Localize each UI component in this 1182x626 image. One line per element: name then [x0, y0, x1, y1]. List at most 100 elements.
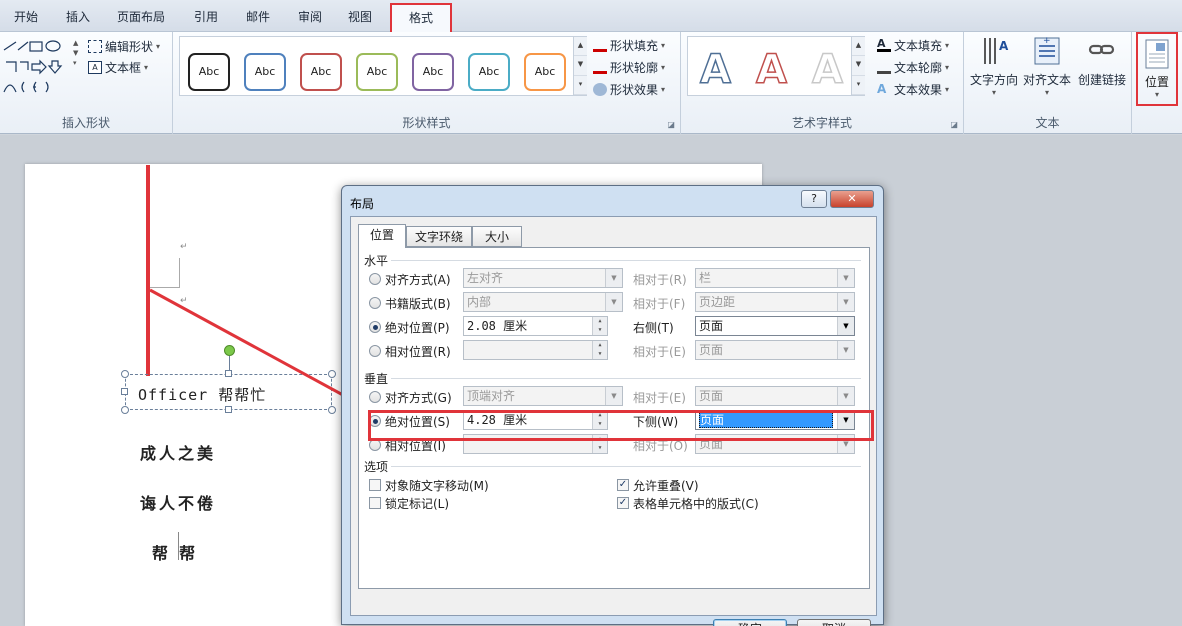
- align-text-icon: +: [1034, 36, 1060, 65]
- wordart-sample[interactable]: A: [699, 46, 731, 94]
- shape-style-sample[interactable]: Abc: [524, 53, 566, 91]
- shape-outline-button[interactable]: 形状轮廓 ▾: [593, 59, 665, 76]
- document-line-3: 诲人不倦: [140, 494, 217, 513]
- radio-h-alignment[interactable]: [369, 273, 381, 285]
- shape-style-sample[interactable]: Abc: [356, 53, 398, 91]
- group-text: A 文字方向 ▾ + 对齐文本 ▾ 创建链接 文本: [964, 32, 1132, 134]
- shape-style-sample[interactable]: Abc: [412, 53, 454, 91]
- label-h-relative: 相对位置(R): [385, 345, 451, 359]
- svg-text:A: A: [999, 39, 1009, 53]
- text-outline-icon: [877, 61, 891, 74]
- label-v-alignment: 对齐方式(G): [385, 391, 452, 405]
- gallery-scrollbar[interactable]: ▲ ▼ ▾: [573, 37, 587, 95]
- tab-size[interactable]: 大小: [472, 226, 522, 247]
- select-h-alignment-rel: 栏 ▼: [695, 268, 855, 288]
- section-horizontal: 水平: [364, 254, 389, 268]
- text-effects-icon: A: [877, 82, 887, 96]
- shapes-gallery-icon[interactable]: [2, 38, 80, 98]
- select-v-alignment-rel: 页面 ▼: [695, 386, 855, 406]
- tab-view[interactable]: 视图: [338, 6, 382, 28]
- select-h-absolute-rel[interactable]: 页面 ▼: [695, 316, 855, 336]
- paint-bucket-icon: [593, 39, 607, 52]
- help-button[interactable]: ?: [801, 190, 827, 208]
- group-label-insert-shapes: 插入形状: [61, 116, 110, 130]
- group-insert-shapes: ▲ ▼ ▾ 编辑形状 ▾ A 文本框 ▾ 插入形状: [0, 32, 173, 134]
- checkbox-move-with-text[interactable]: [369, 479, 381, 491]
- shape-fill-button[interactable]: 形状填充 ▾: [593, 37, 665, 54]
- radio-h-absolute[interactable]: [369, 321, 381, 333]
- radio-v-alignment[interactable]: [369, 391, 381, 403]
- tab-page-layout[interactable]: 页面布局: [108, 6, 174, 28]
- wordart-sample[interactable]: A: [755, 46, 787, 94]
- text-box-icon: A: [88, 61, 102, 74]
- resize-handle[interactable]: [121, 370, 129, 378]
- select-h-alignment: 左对齐 ▼: [463, 268, 623, 288]
- tab-home[interactable]: 开始: [4, 6, 48, 28]
- checkbox-lock-anchor[interactable]: [369, 497, 381, 509]
- tab-position[interactable]: 位置: [358, 224, 406, 248]
- spinner-arrows-icon[interactable]: ▲ ▼: [592, 317, 607, 335]
- chevron-down-icon: ▾: [1044, 88, 1049, 97]
- chevron-down-icon: ▼: [605, 387, 622, 405]
- group-label-wordart-styles: 艺术字样式: [791, 116, 852, 130]
- chevron-down-icon: ▾: [945, 41, 950, 50]
- text-effects-button[interactable]: A 文本效果 ▾: [877, 81, 949, 98]
- text-outline-button[interactable]: 文本轮廓 ▾: [877, 59, 949, 76]
- ok-button[interactable]: 确定: [713, 619, 787, 626]
- text-fill-button[interactable]: A 文本填充 ▾: [877, 37, 949, 54]
- tab-text-wrapping[interactable]: 文字环绕: [406, 226, 472, 247]
- chevron-down-icon: ▾: [156, 42, 161, 51]
- position-button[interactable]: 位置 ▾: [1136, 32, 1178, 106]
- section-options: 选项: [364, 460, 389, 474]
- document-line-2: 成人之美: [140, 444, 217, 463]
- shapes-scroll-icon[interactable]: ▲ ▼ ▾: [73, 38, 78, 68]
- gallery-scrollbar[interactable]: ▲ ▼ ▾: [851, 37, 865, 95]
- shape-style-gallery[interactable]: Abc Abc Abc Abc Abc Abc Abc ▲ ▼ ▾: [179, 36, 587, 96]
- tab-references[interactable]: 引用: [184, 6, 228, 28]
- create-link-button[interactable]: 创建链接: [1074, 34, 1130, 88]
- input-h-absolute[interactable]: 2.08 厘米 ▲ ▼: [463, 316, 608, 336]
- resize-handle[interactable]: [121, 406, 129, 414]
- tab-format[interactable]: 格式: [390, 3, 452, 32]
- svg-text:+: +: [1043, 36, 1051, 46]
- shape-style-sample[interactable]: Abc: [244, 53, 286, 91]
- radio-book-layout[interactable]: [369, 297, 381, 309]
- close-button[interactable]: ✕: [830, 190, 874, 208]
- divider: [391, 378, 861, 379]
- edit-shape-button[interactable]: 编辑形状 ▾: [88, 38, 160, 55]
- align-text-button[interactable]: + 对齐文本 ▾: [1020, 34, 1074, 97]
- resize-handle[interactable]: [121, 388, 128, 395]
- text-direction-icon: A: [984, 38, 1009, 64]
- checkbox-allow-overlap[interactable]: ✓: [617, 479, 629, 491]
- wordart-gallery[interactable]: A A A ▲ ▼ ▾: [687, 36, 865, 96]
- wordart-sample[interactable]: A: [811, 46, 843, 94]
- shape-style-sample[interactable]: Abc: [188, 53, 230, 91]
- chevron-down-icon: ▾: [1154, 90, 1159, 99]
- tab-insert[interactable]: 插入: [56, 6, 100, 28]
- select-h-relative-rel: 页面 ▼: [695, 340, 855, 360]
- label-h-absolute: 绝对位置(P): [385, 321, 450, 335]
- text-direction-button[interactable]: A 文字方向 ▾: [968, 34, 1020, 97]
- edit-shape-icon: [88, 40, 102, 53]
- divider: [391, 260, 861, 261]
- radio-h-relative[interactable]: [369, 345, 381, 357]
- shape-effects-button[interactable]: 形状效果 ▾: [593, 81, 665, 98]
- table-border: [178, 532, 179, 560]
- label-h-alignment-rel: 相对于(R): [633, 273, 687, 287]
- tab-mailings[interactable]: 邮件: [236, 6, 280, 28]
- text-box-button[interactable]: A 文本框 ▾: [88, 59, 148, 76]
- cancel-button[interactable]: 取消: [797, 619, 871, 626]
- tab-review[interactable]: 审阅: [288, 6, 332, 28]
- shape-style-sample[interactable]: Abc: [468, 53, 510, 91]
- label-book-layout-rel: 相对于(F): [633, 297, 686, 311]
- group-label-text: 文本: [1035, 116, 1060, 130]
- ribbon-tab-bar: 开始 插入 页面布局 引用 邮件 审阅 视图 格式: [0, 0, 1182, 32]
- label-lock-anchor: 锁定标记(L): [385, 497, 450, 511]
- shape-style-sample[interactable]: Abc: [300, 53, 342, 91]
- chevron-down-icon: ▼: [837, 387, 854, 405]
- section-vertical: 垂直: [364, 372, 389, 386]
- document-line-4: 帮 帮: [152, 544, 196, 563]
- divider: [391, 466, 861, 467]
- chain-link-icon: [1088, 44, 1115, 55]
- checkbox-layout-in-cell[interactable]: ✓: [617, 497, 629, 509]
